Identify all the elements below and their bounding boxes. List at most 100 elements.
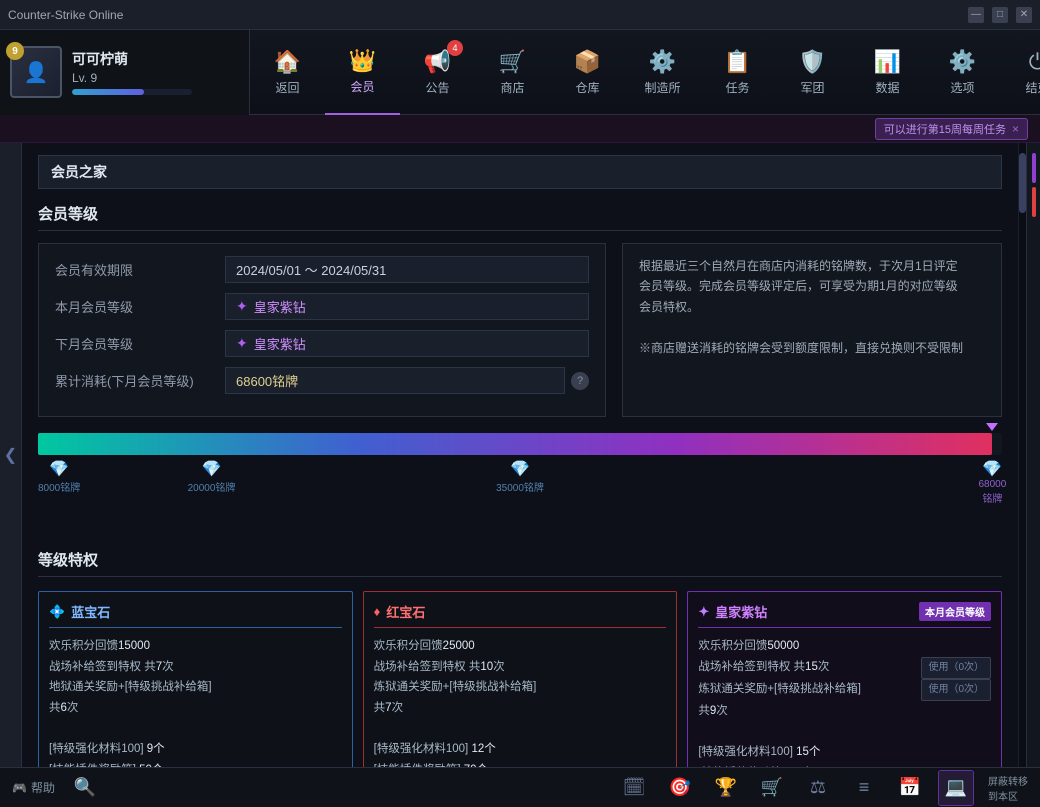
player-name: 可可柠萌 xyxy=(72,49,192,69)
nav-item-warehouse[interactable]: 📦 仓库 xyxy=(550,30,625,115)
diamond-icon-next: ✦ xyxy=(236,335,248,352)
blue-line1: 欢乐积分回馈15000 xyxy=(49,636,342,657)
use-btn-2[interactable]: 使用（0次） xyxy=(921,679,991,701)
player-xp-fill xyxy=(72,89,144,95)
blue-content: 欢乐积分回馈15000 战场补给签到特权 共7次 地狱通关奖励+[特级挑战补给箱… xyxy=(49,636,342,767)
next-level-text: 皇家紫钻 xyxy=(254,334,306,353)
membership-left: 会员有效期限 2024/05/01 ～ 2024/05/31 本月会员等级 ✦ … xyxy=(38,243,606,417)
window-title: Counter-Strike Online xyxy=(8,8,123,22)
announce-badge: 4 xyxy=(447,40,463,56)
tier-section: 等级特权 💠 蓝宝石 欢乐积分回馈15000 战场补给签到特权 共7次 地狱通关… xyxy=(38,549,1002,767)
red-line6: [技能插件奖励箱] 70个 xyxy=(374,760,667,767)
stats-icon: 📊 xyxy=(874,49,901,75)
purple-title: 皇家紫钻 xyxy=(715,602,767,621)
purple-line1: 欢乐积分回馈50000 xyxy=(698,636,991,657)
nav-item-announce[interactable]: 📢 4 公告 xyxy=(400,30,475,115)
nav-item-quest[interactable]: 📋 任务 xyxy=(700,30,775,115)
member-icon: 👑 xyxy=(349,48,376,74)
scroll-thumb[interactable] xyxy=(1019,153,1026,213)
options-icon: ⚙️ xyxy=(949,49,976,75)
tier-card-blue: 💠 蓝宝石 欢乐积分回馈15000 战场补给签到特权 共7次 地狱通关奖励+[特… xyxy=(38,591,353,767)
blue-line4: 共6次 xyxy=(49,698,342,719)
bottom-icon-7[interactable]: 📅 xyxy=(892,770,928,806)
sidebar-toggle[interactable]: ❮ xyxy=(0,143,22,767)
red-content: 欢乐积分回馈25000 战场补给签到特权 共10次 炼狱通关奖励+[特级挑战补给… xyxy=(374,636,667,767)
bottom-icon-4[interactable]: 🛒 xyxy=(754,770,790,806)
right-scrollbar[interactable] xyxy=(1018,143,1026,767)
announce-close[interactable]: × xyxy=(1012,122,1019,136)
purple-line3: 炼狱通关奖励+[特级挑战补给箱] 使用（0次） xyxy=(698,679,991,701)
search-button[interactable]: 🔍 xyxy=(67,770,103,806)
progress-labels-row: 💎 8000铭牌 💎 20000铭牌 💎 35000铭牌 💎 68000铭牌 xyxy=(38,459,1002,499)
tier-card-purple: ✦ 皇家紫钻 本月会员等级 欢乐积分回馈50000 战场补给签到特权 共15次 … xyxy=(687,591,1002,767)
next-level-value: ✦ 皇家紫钻 xyxy=(225,330,589,357)
nav-item-exit[interactable]: ⏻ 结束 xyxy=(1000,30,1040,115)
nav-item-guild[interactable]: 🛡️ 军团 xyxy=(775,30,850,115)
blue-line6: [技能插件奖励箱] 50个 xyxy=(49,760,342,767)
bottom-icon-2[interactable]: 🎯 xyxy=(662,770,698,806)
current-level-value: ✦ 皇家紫钻 xyxy=(225,293,589,320)
desc-line3: 会员特权。 xyxy=(639,297,985,317)
bottom-icon-3[interactable]: 🏆 xyxy=(708,770,744,806)
nav-item-member[interactable]: 👑 会员 xyxy=(325,30,400,115)
announce-icon: 📢 xyxy=(424,49,451,75)
membership-section-title: 会员等级 xyxy=(38,203,1002,231)
nav-item-home[interactable]: 🏠 返回 xyxy=(250,30,325,115)
minimize-button[interactable]: — xyxy=(968,7,984,23)
maximize-button[interactable]: □ xyxy=(992,7,1008,23)
progress-marker-4: 💎 68000铭牌 xyxy=(978,459,1006,505)
bottom-status-2: 到本区 xyxy=(988,788,1028,803)
purple-line2: 战场补给签到特权 共15次 使用（0次） xyxy=(698,657,991,679)
nav-item-craft[interactable]: ⚙️ 制造所 xyxy=(625,30,700,115)
desc-line1: 根据最近三个自然月在商店内消耗的铭牌数，于次月1日评定 xyxy=(639,256,985,276)
nav-label-home: 返回 xyxy=(275,79,299,96)
player-level: Lv. 9 xyxy=(72,71,192,85)
use-btn-1[interactable]: 使用（0次） xyxy=(921,657,991,679)
membership-section: 会员等级 会员有效期限 2024/05/01 ～ 2024/05/31 本月会员… xyxy=(38,203,1002,499)
nav-items: 🏠 返回 👑 会员 📢 4 公告 🛒 商店 📦 仓库 ⚙️ 制造所 📋 任务 xyxy=(250,30,1040,115)
nav-label-shop: 商店 xyxy=(500,79,524,96)
nav-item-stats[interactable]: 📊 数据 xyxy=(850,30,925,115)
deco-bar-1 xyxy=(1032,153,1036,183)
search-icon: 🔍 xyxy=(74,777,96,798)
progress-bar-fill xyxy=(38,433,992,455)
help-button[interactable]: 🎮 帮助 xyxy=(12,779,55,796)
top-nav: 9 👤 可可柠萌 Lv. 9 🏠 返回 👑 会员 📢 4 公告 🛒 商店 xyxy=(0,30,1040,115)
bottom-icon-6[interactable]: ≡ xyxy=(846,770,882,806)
blue-line3: 地狱通关奖励+[特级挑战补给箱] xyxy=(49,677,342,698)
close-button[interactable]: ✕ xyxy=(1016,7,1032,23)
nav-label-announce: 公告 xyxy=(425,79,449,96)
nav-label-quest: 任务 xyxy=(725,79,749,96)
bottom-icon-8[interactable]: 💻 xyxy=(938,770,974,806)
side-decoration xyxy=(1026,143,1040,767)
next-level-label: 下月会员等级 xyxy=(55,334,225,353)
nav-label-warehouse: 仓库 xyxy=(575,79,599,96)
player-xp-bar xyxy=(72,89,192,95)
warehouse-icon: 📦 xyxy=(574,49,601,75)
purple-line4: [特级强化材料100] 15个 xyxy=(698,742,991,763)
desc-line4: ※商店赠送消耗的铭牌会受到额度限制，直接兑换则不受限制 xyxy=(639,338,985,358)
current-progress-marker xyxy=(986,423,998,431)
red-title: 红宝石 xyxy=(386,602,425,621)
deco-bar-2 xyxy=(1032,187,1036,217)
main-content: ❮ 会员之家 会员等级 会员有效期限 2024/05/01 ～ 2024/05/… xyxy=(0,143,1040,767)
bottom-left: 🎮 帮助 🔍 xyxy=(12,770,103,806)
help-tooltip-btn[interactable]: ? xyxy=(571,372,589,390)
nav-item-options[interactable]: ⚙️ 选项 xyxy=(925,30,1000,115)
purple-content: 欢乐积分回馈50000 战场补给签到特权 共15次 使用（0次） 炼狱通关奖励+… xyxy=(698,636,991,767)
page-title: 会员之家 xyxy=(51,162,107,182)
nav-label-options: 选项 xyxy=(950,79,974,96)
inner-content: 会员之家 会员等级 会员有效期限 2024/05/01 ～ 2024/05/31… xyxy=(22,143,1018,767)
craft-icon: ⚙️ xyxy=(649,49,676,75)
cumulative-value: 68600铭牌 xyxy=(225,367,565,394)
help-label: 帮助 xyxy=(31,779,55,796)
bottom-icon-5[interactable]: ⚖ xyxy=(800,770,836,806)
progress-marker-3: 💎 35000铭牌 xyxy=(496,459,544,494)
nav-item-shop[interactable]: 🛒 商店 xyxy=(475,30,550,115)
player-info: 9 👤 可可柠萌 Lv. 9 xyxy=(0,30,250,115)
bottom-icon-1[interactable]: 🗓 xyxy=(616,770,652,806)
progress-section: 💎 8000铭牌 💎 20000铭牌 💎 35000铭牌 💎 68000铭牌 xyxy=(38,433,1002,499)
level-badge: 9 xyxy=(6,42,24,60)
next-level-row: 下月会员等级 ✦ 皇家紫钻 xyxy=(55,330,589,357)
cumulative-row: 累计消耗(下月会员等级) 68600铭牌 ? xyxy=(55,367,589,394)
